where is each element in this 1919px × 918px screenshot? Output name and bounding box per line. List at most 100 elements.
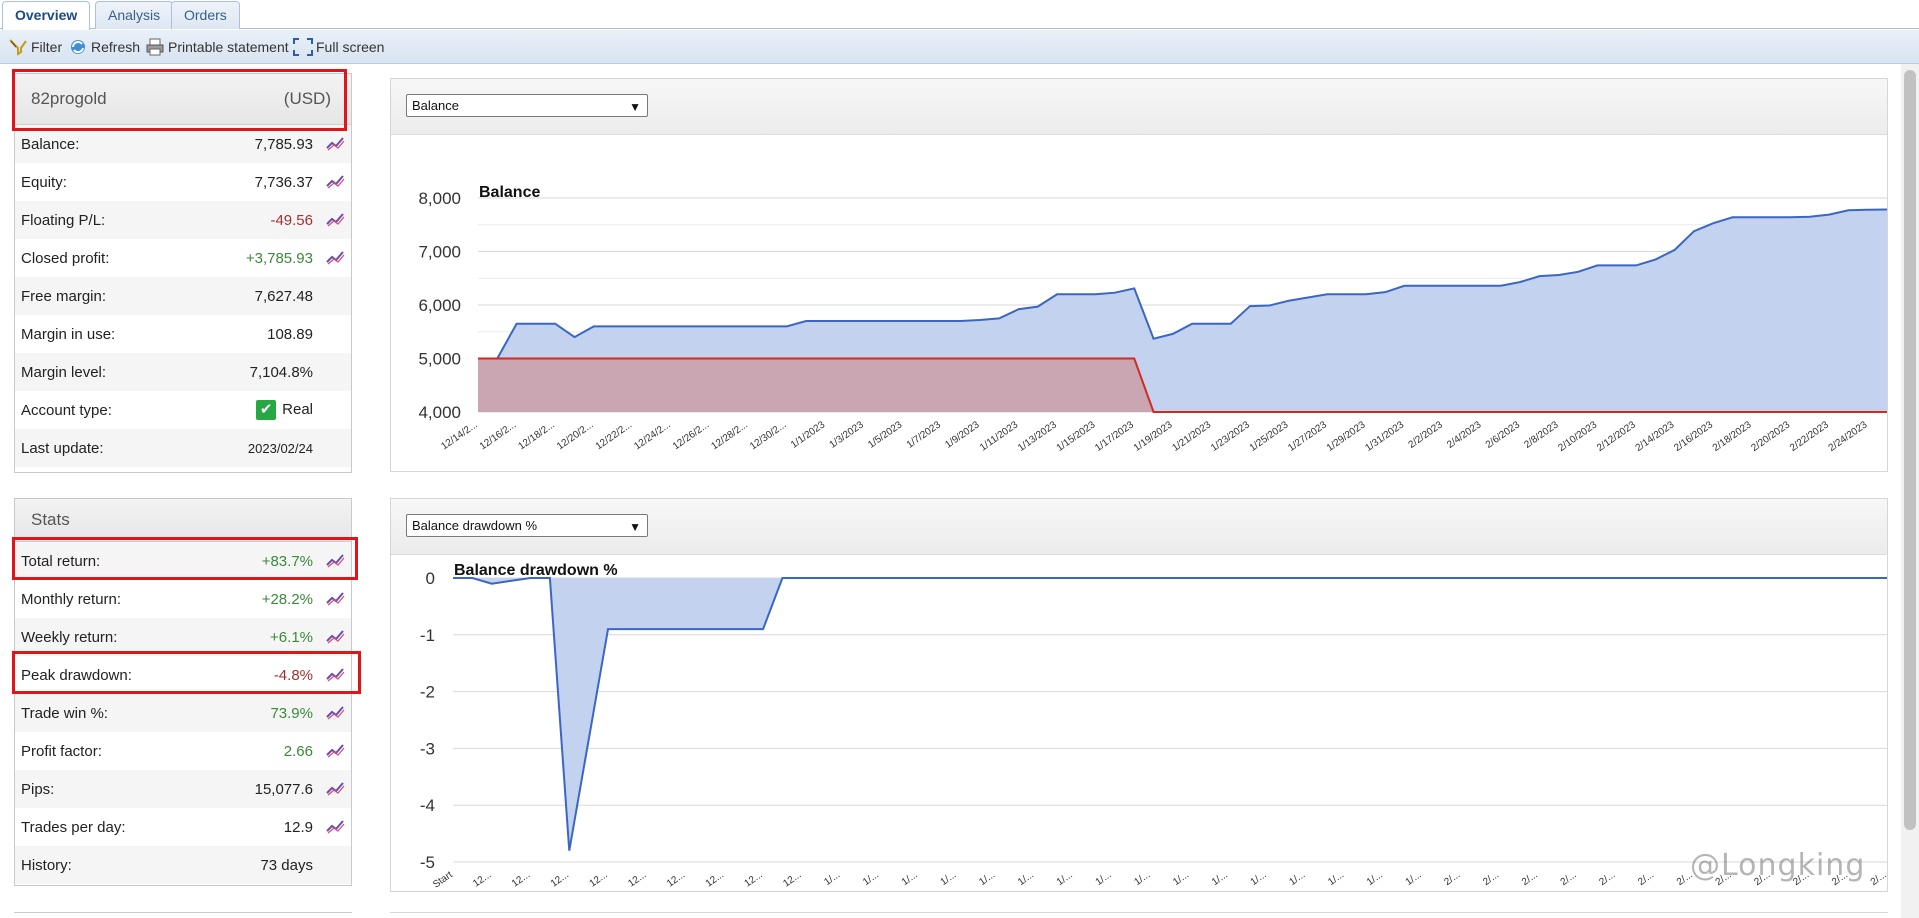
y-tick-label: 6,000 xyxy=(418,296,461,315)
drawdown-chart-select[interactable]: Balance drawdown % ▼ xyxy=(406,514,648,537)
chart-line-icon[interactable] xyxy=(325,628,345,644)
x-tick-label: 1/3/2023 xyxy=(828,419,867,451)
y-tick-label: -2 xyxy=(420,683,435,702)
tab-overview[interactable]: Overview xyxy=(2,1,91,30)
x-tick-label: 1/... xyxy=(1094,869,1114,888)
account-row-label: Closed profit: xyxy=(21,249,110,267)
account-row: Floating P/L: -49.56 xyxy=(15,201,351,239)
chart-line-icon[interactable] xyxy=(325,818,345,834)
x-tick-label: 1/31/2023 xyxy=(1363,419,1406,454)
filter-button[interactable]: Filter xyxy=(8,37,62,57)
highlight-peak-drawdown xyxy=(12,651,361,694)
x-tick-label: 1/... xyxy=(1249,869,1269,888)
account-row-value: 2023/02/24 xyxy=(247,440,313,456)
account-row-label: Floating P/L: xyxy=(21,211,106,229)
filter-icon xyxy=(9,39,27,56)
account-row: Account type: ✔ Real xyxy=(15,391,351,429)
highlight-total-return xyxy=(12,537,358,580)
full-screen-button[interactable]: Full screen xyxy=(293,37,384,57)
printer-icon xyxy=(146,38,164,56)
stats-row-value: 73.9% xyxy=(270,704,313,722)
drawdown-chart-header: Balance drawdown % ▼ xyxy=(391,499,1887,555)
stats-row: Pips: 15,077.6 xyxy=(15,770,351,808)
x-tick-label: 2/12/2023 xyxy=(1595,419,1638,454)
x-tick-label: 12/30/2... xyxy=(748,419,788,452)
account-row-label: Last update: xyxy=(21,439,104,457)
account-row-label: Margin level: xyxy=(21,363,107,381)
stats-row-label: Trade win %: xyxy=(21,704,108,722)
account-row-value: 7,736.37 xyxy=(254,173,313,191)
x-tick-label: 12... xyxy=(665,869,687,889)
page-scrollbar[interactable] xyxy=(1901,64,1919,918)
account-row: Last update: 2023/02/24 xyxy=(15,429,351,467)
highlight-account-header xyxy=(12,69,347,131)
x-tick-label: 12/24/2... xyxy=(632,419,672,452)
scrollbar-thumb[interactable] xyxy=(1904,70,1916,830)
y-tick-label: 7,000 xyxy=(418,243,461,262)
printable-statement-button[interactable]: Printable statement xyxy=(145,37,289,57)
y-tick-label: -5 xyxy=(420,853,435,872)
x-tick-label: 1/13/2023 xyxy=(1016,419,1059,454)
x-tick-label: 12/28/2... xyxy=(709,419,749,452)
stats-row-label: Weekly return: xyxy=(21,628,118,646)
chart-line-icon[interactable] xyxy=(325,249,345,265)
chart-line-icon[interactable] xyxy=(325,590,345,606)
x-tick-label: 2/10/2023 xyxy=(1556,419,1599,454)
next-chart-edge xyxy=(390,912,1888,918)
x-tick-label: 12... xyxy=(704,869,726,889)
chart-line-icon[interactable] xyxy=(325,173,345,189)
chart-line-icon[interactable] xyxy=(325,742,345,758)
chart-line-icon[interactable] xyxy=(325,211,345,227)
y-tick-label: -1 xyxy=(420,626,435,645)
x-tick-label: 12... xyxy=(743,869,765,889)
x-tick-label: 2/8/2023 xyxy=(1522,419,1561,451)
refresh-button[interactable]: Refresh xyxy=(68,37,140,57)
x-tick-label: 1/... xyxy=(900,869,920,888)
balance-chart-select[interactable]: Balance ▼ xyxy=(406,94,648,117)
x-tick-label: 1/23/2023 xyxy=(1209,419,1252,454)
stats-row-value: +28.2% xyxy=(261,590,313,608)
stats-rows: Total return: +83.7% Monthly return: +28.2%… xyxy=(15,542,351,884)
x-tick-label: 2/... xyxy=(1520,869,1540,888)
x-tick-label: 1/... xyxy=(977,869,997,888)
account-row: Closed profit: +3,785.93 xyxy=(15,239,351,277)
account-row: Margin level: 7,104.8% xyxy=(15,353,351,391)
x-tick-label: 2/4/2023 xyxy=(1445,419,1484,451)
x-tick-label: 2/... xyxy=(1869,869,1887,888)
checkmark-icon: ✔ xyxy=(256,400,277,420)
chart-line-icon[interactable] xyxy=(325,780,345,796)
x-tick-label: 2/14/2023 xyxy=(1634,419,1677,454)
tab-orders[interactable]: Orders xyxy=(171,1,240,29)
chart-line-icon[interactable] xyxy=(325,135,345,151)
account-row-label: Equity: xyxy=(21,173,67,191)
chart-line-icon[interactable] xyxy=(325,704,345,720)
x-tick-label: 12... xyxy=(781,869,803,889)
account-row: Margin in use: 108.89 xyxy=(15,315,351,353)
account-row: Free margin: 7,627.48 xyxy=(15,277,351,315)
chevron-down-icon: ▼ xyxy=(629,520,641,534)
x-tick-label: 2/24/2023 xyxy=(1827,419,1870,454)
account-row: Equity: 7,736.37 xyxy=(15,163,351,201)
tab-bar: Overview Analysis Orders xyxy=(0,0,1919,30)
x-tick-label: 2/20/2023 xyxy=(1749,419,1792,454)
account-row-value: -49.56 xyxy=(270,211,313,229)
x-tick-label: 1/... xyxy=(1287,869,1307,888)
chart-title: Balance xyxy=(479,184,540,201)
tab-analysis[interactable]: Analysis xyxy=(95,1,174,29)
filter-label: Filter xyxy=(31,39,63,55)
refresh-label: Refresh xyxy=(91,39,141,55)
account-row-label: Account type: xyxy=(21,401,112,419)
x-tick-label: 1/... xyxy=(861,869,881,888)
x-tick-label: 1/7/2023 xyxy=(905,419,944,451)
printable-statement-label: Printable statement xyxy=(168,39,289,55)
x-tick-label: 1/21/2023 xyxy=(1170,419,1213,454)
x-tick-label: 2/... xyxy=(1559,869,1579,888)
x-tick-label: 12/22/2... xyxy=(594,419,634,452)
x-tick-label: 1/... xyxy=(1055,869,1075,888)
x-tick-label: 1/... xyxy=(1016,869,1036,888)
account-row-value: 7,627.48 xyxy=(254,287,313,305)
x-tick-label: 2/... xyxy=(1442,869,1462,888)
x-tick-label: 1/... xyxy=(1132,869,1152,888)
x-tick-label: 2/... xyxy=(1636,869,1656,888)
balance-chart-header: Balance ▼ xyxy=(391,79,1887,135)
